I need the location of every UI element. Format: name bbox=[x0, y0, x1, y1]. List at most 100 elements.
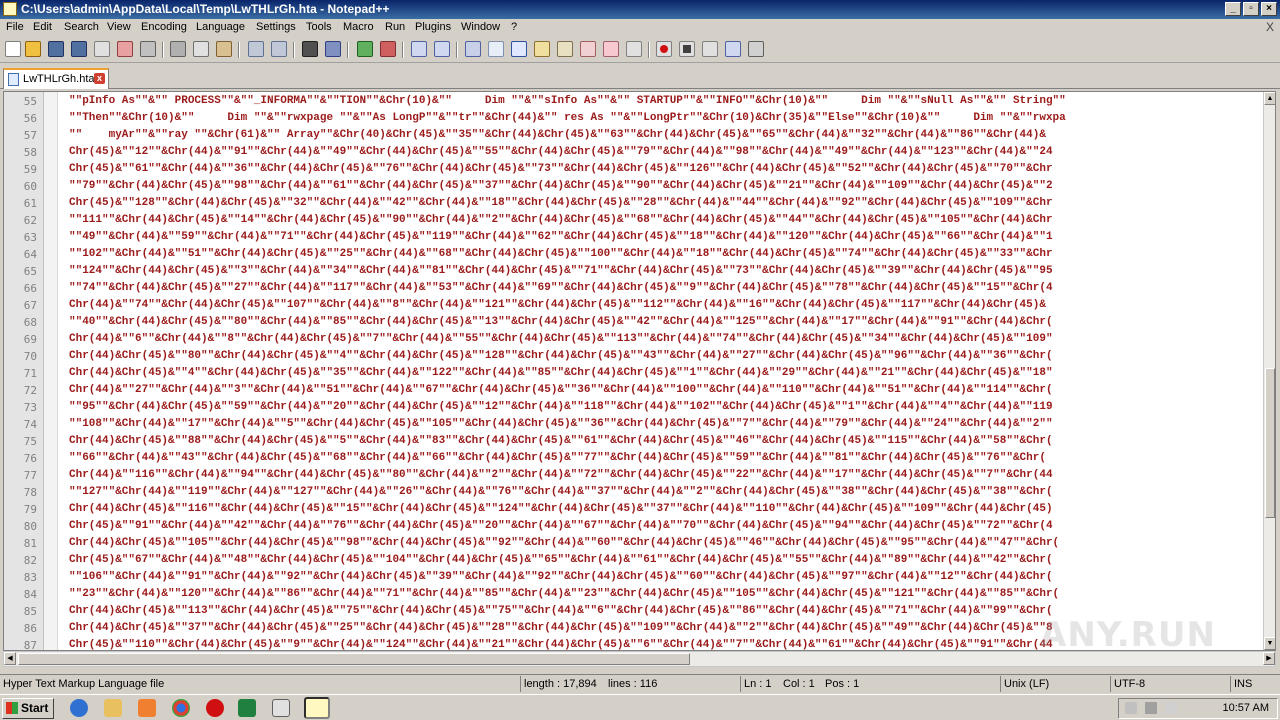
editor-area[interactable]: 55 ""pInfo As""&"" PROCESS""&""_INFORMA""… bbox=[3, 91, 1276, 651]
code-line[interactable]: 79 Chr(44)&Chr(45)&""116""&Chr(44)&Chr(45… bbox=[4, 501, 1260, 518]
code-line[interactable]: 64 ""102""&Chr(44)&""51""&Chr(44)&Chr(45)… bbox=[4, 246, 1260, 263]
code-line[interactable]: 84 ""23""&Chr(44)&""120""&Chr(44)&""86""&… bbox=[4, 586, 1260, 603]
app-window-icon[interactable] bbox=[272, 699, 290, 717]
save-all-icon[interactable] bbox=[71, 41, 87, 57]
notepadpp-taskbar-icon[interactable] bbox=[304, 697, 330, 719]
code-line[interactable]: 78 ""127""&Chr(44)&""119""&Chr(44)&""127"… bbox=[4, 484, 1260, 501]
paste-icon[interactable] bbox=[216, 41, 232, 57]
code-line[interactable]: 67 Chr(44)&""74""&Chr(44)&Chr(45)&""107""… bbox=[4, 297, 1260, 314]
replace-icon[interactable] bbox=[325, 41, 341, 57]
code-line[interactable]: 65 ""124""&Chr(44)&Chr(45)&""3""&Chr(44)&… bbox=[4, 263, 1260, 280]
code-line[interactable]: 82 Chr(45)&""67""&Chr(44)&""48""&Chr(44)&… bbox=[4, 552, 1260, 569]
save-macro-icon[interactable] bbox=[748, 41, 764, 57]
code-line[interactable]: 63 ""49""&Chr(44)&""59""&Chr(44)&""71""&C… bbox=[4, 229, 1260, 246]
sync-horizontal-icon[interactable] bbox=[434, 41, 450, 57]
code-line[interactable]: 81 Chr(44)&Chr(45)&""105""&Chr(44)&Chr(45… bbox=[4, 535, 1260, 552]
menu-run[interactable]: Run bbox=[385, 21, 405, 33]
status-encoding[interactable]: UTF-8 bbox=[1110, 676, 1230, 692]
scroll-right-arrow-icon[interactable]: ▶ bbox=[1263, 652, 1275, 665]
opera-icon[interactable] bbox=[206, 699, 224, 717]
open-file-icon[interactable] bbox=[25, 41, 41, 57]
code-line[interactable]: 56 ""Then""&Chr(10)&"" Dim ""&""rwxpage "… bbox=[4, 110, 1260, 127]
menu-tools[interactable]: Tools bbox=[306, 21, 332, 33]
code-line[interactable]: 60 ""79""&Chr(44)&Chr(45)&""98""&Chr(44)&… bbox=[4, 178, 1260, 195]
code-line[interactable]: 74 ""108""&Chr(44)&""17""&Chr(44)&""5""&C… bbox=[4, 416, 1260, 433]
code-line[interactable]: 75 Chr(44)&Chr(45)&""88""&Chr(44)&Chr(45)… bbox=[4, 433, 1260, 450]
code-line[interactable]: 71 Chr(44)&Chr(45)&""4""&Chr(44)&Chr(45)&… bbox=[4, 365, 1260, 382]
sync-vertical-icon[interactable] bbox=[411, 41, 427, 57]
menu-encoding[interactable]: Encoding bbox=[141, 21, 187, 33]
stop-macro-icon[interactable] bbox=[679, 41, 695, 57]
run-macro-multiple-icon[interactable] bbox=[725, 41, 741, 57]
restore-button[interactable]: ▫ bbox=[1243, 2, 1259, 16]
code-line[interactable]: 59 Chr(45)&""61""&Chr(44)&""36""&Chr(44)&… bbox=[4, 161, 1260, 178]
menu-plugins[interactable]: Plugins bbox=[415, 21, 451, 33]
show-all-chars-icon[interactable] bbox=[488, 41, 504, 57]
code-line[interactable]: 77 Chr(44)&""116""&Chr(44)&""94""&Chr(44)… bbox=[4, 467, 1260, 484]
menu-window[interactable]: Window bbox=[461, 21, 500, 33]
vertical-scroll-thumb[interactable] bbox=[1265, 368, 1275, 518]
new-file-icon[interactable] bbox=[5, 41, 21, 57]
menu-settings[interactable]: Settings bbox=[256, 21, 296, 33]
close-document-icon[interactable]: X bbox=[1266, 20, 1274, 34]
tab-lwthlrgh-hta[interactable]: LwTHLrGh.hta x bbox=[3, 68, 109, 89]
code-line[interactable]: 72 Chr(44)&""27""&Chr(44)&""3""&Chr(44)&"… bbox=[4, 382, 1260, 399]
copy-icon[interactable] bbox=[193, 41, 209, 57]
code-line[interactable]: 80 Chr(45)&""91""&Chr(44)&""42""&Chr(44)&… bbox=[4, 518, 1260, 535]
scroll-up-arrow-icon[interactable]: ▲ bbox=[1264, 92, 1275, 105]
monitor-icon[interactable] bbox=[603, 41, 619, 57]
code-line[interactable]: 66 ""74""&Chr(44)&Chr(45)&""27""&Chr(44)&… bbox=[4, 280, 1260, 297]
internet-explorer-icon[interactable] bbox=[70, 699, 88, 717]
code-line[interactable]: 55 ""pInfo As""&"" PROCESS""&""_INFORMA""… bbox=[4, 93, 1260, 110]
vertical-scrollbar[interactable]: ▲ ▼ bbox=[1263, 92, 1275, 650]
flag-icon[interactable] bbox=[1165, 702, 1177, 714]
zoom-out-icon[interactable] bbox=[380, 41, 396, 57]
print-icon[interactable] bbox=[140, 41, 156, 57]
menu-file[interactable]: File bbox=[6, 21, 24, 33]
file-explorer-icon[interactable] bbox=[104, 699, 122, 717]
menu-edit[interactable]: Edit bbox=[33, 21, 52, 33]
redo-icon[interactable] bbox=[271, 41, 287, 57]
function-list-icon[interactable] bbox=[557, 41, 573, 57]
close-all-icon[interactable] bbox=[117, 41, 133, 57]
code-line[interactable]: 83 ""106""&Chr(44)&""91""&Chr(44)&""92""&… bbox=[4, 569, 1260, 586]
find-icon[interactable] bbox=[302, 41, 318, 57]
zoom-in-icon[interactable] bbox=[357, 41, 373, 57]
menu-view[interactable]: View bbox=[107, 21, 131, 33]
menu-language[interactable]: Language bbox=[196, 21, 245, 33]
code-line[interactable]: 76 ""66""&Chr(44)&""43""&Chr(44)&Chr(45)&… bbox=[4, 450, 1260, 467]
status-eol[interactable]: Unix (LF) bbox=[1000, 676, 1110, 692]
doc-map-icon[interactable] bbox=[534, 41, 550, 57]
code-line[interactable]: 57 "" myAr""&""ray ""&Chr(61)&"" Array""&… bbox=[4, 127, 1260, 144]
start-button[interactable]: Start bbox=[2, 698, 54, 719]
excel-icon[interactable] bbox=[238, 699, 256, 717]
scroll-left-arrow-icon[interactable]: ◀ bbox=[4, 652, 16, 665]
horizontal-scroll-thumb[interactable] bbox=[18, 653, 690, 665]
word-wrap-icon[interactable] bbox=[465, 41, 481, 57]
menu-search[interactable]: Search bbox=[64, 21, 99, 33]
volume-icon[interactable] bbox=[1125, 702, 1137, 714]
undo-icon[interactable] bbox=[248, 41, 264, 57]
eye-icon[interactable] bbox=[626, 41, 642, 57]
close-window-button[interactable]: × bbox=[1261, 2, 1277, 16]
code-line[interactable]: 61 Chr(45)&""128""&Chr(44)&Chr(45)&""32""… bbox=[4, 195, 1260, 212]
media-player-icon[interactable] bbox=[138, 699, 156, 717]
save-icon[interactable] bbox=[48, 41, 64, 57]
code-line[interactable]: 69 Chr(44)&""6""&Chr(44)&""8""&Chr(44)&Ch… bbox=[4, 331, 1260, 348]
indent-guide-icon[interactable] bbox=[511, 41, 527, 57]
code-line[interactable]: 73 ""95""&Chr(44)&Chr(45)&""59""&Chr(44)&… bbox=[4, 399, 1260, 416]
clock[interactable]: 10:57 AM bbox=[1223, 702, 1269, 714]
folder-workspace-icon[interactable] bbox=[580, 41, 596, 57]
network-icon[interactable] bbox=[1145, 702, 1157, 714]
code-line[interactable]: 70 Chr(44)&Chr(45)&""80""&Chr(44)&Chr(45)… bbox=[4, 348, 1260, 365]
code-line[interactable]: 62 ""111""&Chr(44)&Chr(45)&""14""&Chr(44)… bbox=[4, 212, 1260, 229]
scroll-down-arrow-icon[interactable]: ▼ bbox=[1264, 637, 1275, 650]
menu-macro[interactable]: Macro bbox=[343, 21, 374, 33]
record-macro-icon[interactable] bbox=[656, 41, 672, 57]
close-icon[interactable] bbox=[94, 41, 110, 57]
play-macro-icon[interactable] bbox=[702, 41, 718, 57]
menu-help[interactable]: ? bbox=[511, 21, 517, 33]
minimize-button[interactable]: _ bbox=[1225, 2, 1241, 16]
tab-close-icon[interactable]: x bbox=[94, 73, 105, 84]
code-line[interactable]: 68 ""40""&Chr(44)&Chr(45)&""80""&Chr(44)&… bbox=[4, 314, 1260, 331]
